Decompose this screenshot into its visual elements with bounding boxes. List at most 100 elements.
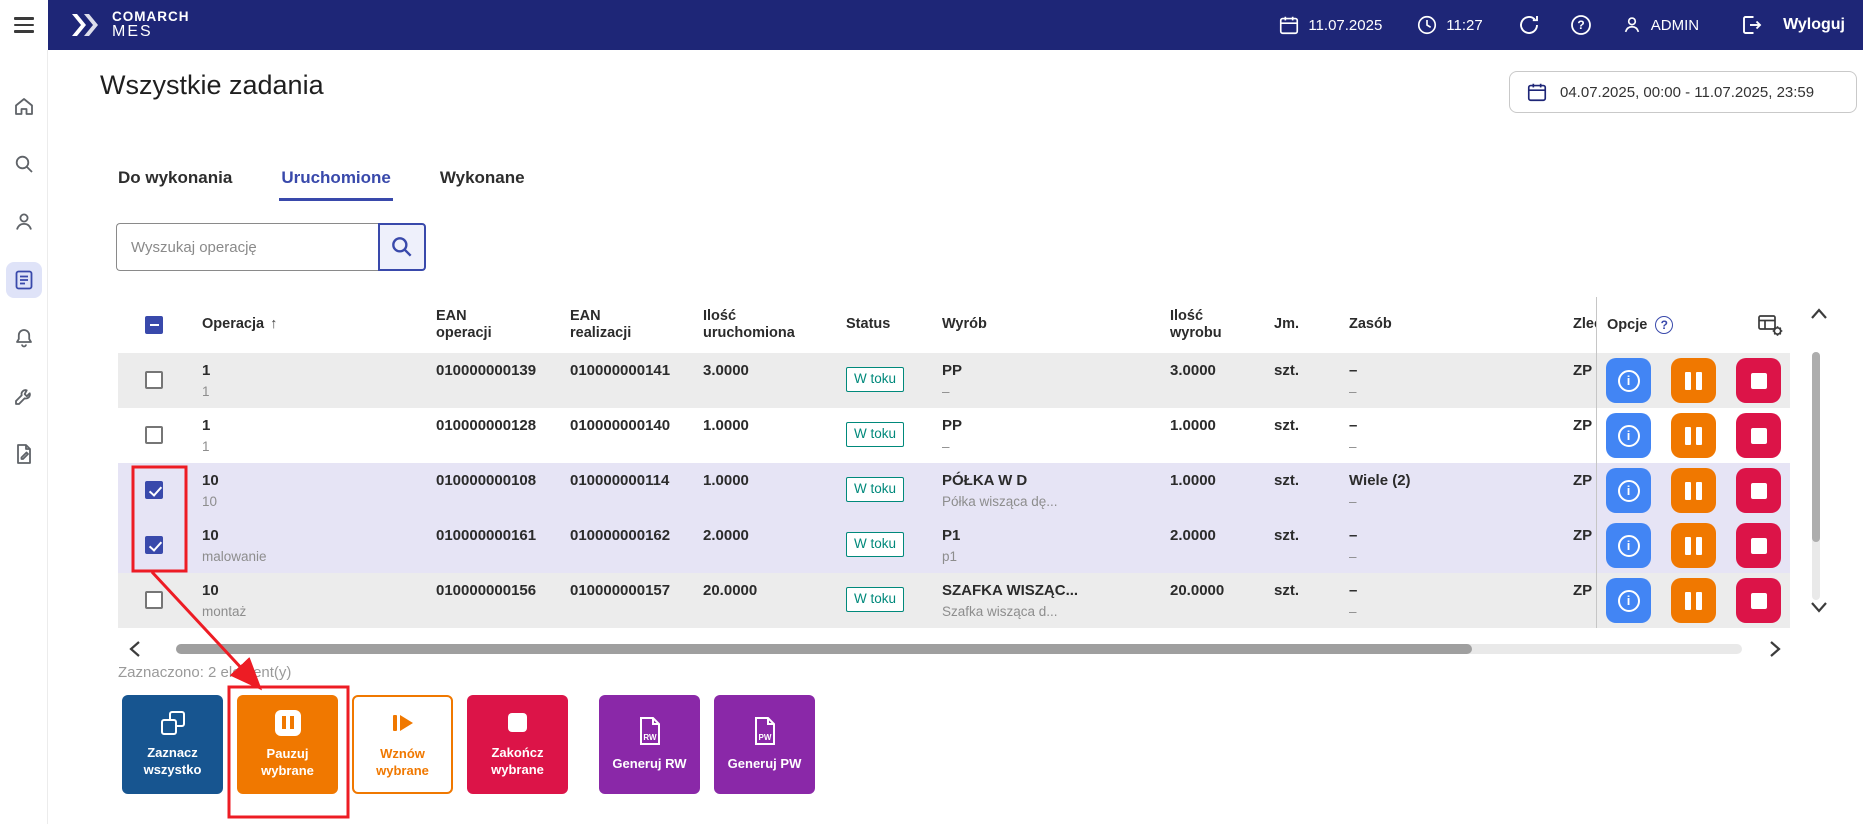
tab-wykonane[interactable]: Wykonane: [438, 168, 527, 201]
status-badge: W toku: [846, 477, 904, 502]
sidebar-item-search[interactable]: [6, 146, 42, 182]
sidebar-item-alerts[interactable]: [6, 320, 42, 356]
svg-text:PW: PW: [758, 733, 771, 742]
status-badge: W toku: [846, 587, 904, 612]
qty-product-value: 20.0000: [1170, 582, 1224, 601]
sidebar: [0, 50, 48, 824]
logout-button[interactable]: Wyloguj: [1783, 16, 1845, 34]
topbar-time-label: 11:27: [1446, 17, 1482, 34]
info-button[interactable]: i: [1606, 468, 1651, 513]
search-input[interactable]: [116, 223, 378, 271]
row-select-cell: [118, 518, 202, 573]
resource-sub-value: –: [1349, 384, 1357, 401]
status-cell: W toku: [846, 353, 942, 408]
info-button[interactable]: i: [1606, 523, 1651, 568]
resource-value: –: [1349, 582, 1357, 601]
scroll-left-button[interactable]: [124, 636, 146, 667]
unit-value: szt.: [1274, 527, 1299, 546]
info-button[interactable]: i: [1606, 358, 1651, 403]
info-button[interactable]: i: [1606, 578, 1651, 623]
row-checkbox[interactable]: [145, 481, 163, 499]
qty-product-cell: 20.0000: [1170, 573, 1274, 628]
pause-icon: [1685, 372, 1702, 390]
stop-row-button[interactable]: [1736, 578, 1781, 623]
stop-row-button[interactable]: [1736, 413, 1781, 458]
refresh-button[interactable]: [1517, 13, 1541, 37]
row-select-cell: [118, 463, 202, 518]
sidebar-item-tasks[interactable]: [6, 262, 42, 298]
svg-text:RW: RW: [643, 733, 657, 742]
pause-selected-button[interactable]: Pauzuj wybrane: [237, 695, 338, 794]
options-help-icon[interactable]: ?: [1655, 316, 1673, 334]
select-all-checkbox[interactable]: [145, 316, 163, 334]
pause-row-button[interactable]: [1671, 578, 1716, 623]
info-icon: i: [1618, 370, 1640, 392]
search-button[interactable]: [378, 223, 426, 271]
vertical-scrollbar-thumb[interactable]: [1812, 352, 1820, 542]
info-button[interactable]: i: [1606, 413, 1651, 458]
hamburger-menu-icon[interactable]: [0, 0, 48, 50]
row-checkbox[interactable]: [145, 591, 163, 609]
stop-row-button[interactable]: [1736, 468, 1781, 513]
col-status[interactable]: Status: [846, 297, 942, 353]
column-settings-button[interactable]: [1756, 312, 1784, 338]
generate-pw-button[interactable]: PW Generuj PW: [714, 695, 815, 794]
sidebar-item-documents[interactable]: [6, 436, 42, 472]
info-icon: i: [1618, 425, 1640, 447]
ean-realization-value: 010000000162: [570, 527, 670, 546]
ean-realization-value: 010000000157: [570, 582, 670, 601]
pause-icon: [1685, 592, 1702, 610]
selected-count-label: Zaznaczono: 2 element(y): [118, 664, 291, 681]
row-checkbox[interactable]: [145, 371, 163, 389]
stop-icon: [1751, 483, 1767, 499]
sidebar-item-tools[interactable]: [6, 378, 42, 414]
col-ean-operation[interactable]: EAN operacji: [436, 297, 570, 353]
pause-icon: [1685, 427, 1702, 445]
scroll-up-button[interactable]: [1806, 303, 1832, 330]
status-cell: W toku: [846, 518, 942, 573]
pause-row-button[interactable]: [1671, 523, 1716, 568]
stop-row-button[interactable]: [1736, 523, 1781, 568]
select-all-button[interactable]: Zaznacz wszystko: [122, 695, 223, 794]
col-resource[interactable]: Zasób: [1349, 297, 1573, 353]
finish-selected-button[interactable]: Zakończ wybrane: [467, 695, 568, 794]
col-qty-product[interactable]: Ilość wyrobu: [1170, 297, 1274, 353]
qty-product-value: 3.0000: [1170, 362, 1216, 381]
help-button[interactable]: ?: [1569, 13, 1593, 37]
horizontal-scrollbar-thumb[interactable]: [176, 644, 1472, 654]
col-unit[interactable]: Jm.: [1274, 297, 1349, 353]
row-options: i: [1596, 463, 1790, 518]
ean-operation-value: 010000000139: [436, 362, 536, 381]
resource-sub-value: –: [1349, 494, 1357, 511]
ean-realization-value: 010000000140: [570, 417, 670, 436]
logout-icon-button[interactable]: [1739, 13, 1763, 37]
pause-icon: [275, 710, 301, 736]
col-operation[interactable]: Operacja ↑: [202, 297, 436, 353]
user-menu[interactable]: ADMIN: [1621, 14, 1699, 36]
pause-row-button[interactable]: [1671, 358, 1716, 403]
table-row: 1 1 010000000139 010000000141 3.0000 W t…: [118, 353, 1790, 408]
col-ean-realization[interactable]: EAN realizacji: [570, 297, 703, 353]
qty-run-cell: 20.0000: [703, 573, 846, 628]
sidebar-item-home[interactable]: [6, 88, 42, 124]
row-checkbox[interactable]: [145, 536, 163, 554]
sidebar-item-users[interactable]: [6, 204, 42, 240]
scroll-right-button[interactable]: [1764, 636, 1786, 667]
tab-do-wykonania[interactable]: Do wykonania: [116, 168, 234, 201]
product-sub-value: p1: [942, 549, 957, 566]
tab-uruchomione[interactable]: Uruchomione: [279, 168, 393, 201]
pause-row-button[interactable]: [1671, 468, 1716, 513]
order-value: ZP: [1573, 472, 1592, 491]
pause-row-button[interactable]: [1671, 413, 1716, 458]
scroll-down-button[interactable]: [1806, 596, 1832, 623]
resume-selected-button[interactable]: Wznów wybrane: [352, 695, 453, 794]
action-bar: Zaznacz wszystko Pauzuj wybrane Wznów wy…: [122, 695, 815, 794]
row-checkbox[interactable]: [145, 426, 163, 444]
col-product[interactable]: Wyrób: [942, 297, 1170, 353]
date-range-picker[interactable]: 04.07.2025, 00:00 - 11.07.2025, 23:59: [1509, 71, 1857, 113]
row-options: i: [1596, 518, 1790, 573]
col-qty-run[interactable]: Ilość uruchomiona: [703, 297, 846, 353]
stop-row-button[interactable]: [1736, 358, 1781, 403]
row-select-cell: [118, 573, 202, 628]
generate-rw-button[interactable]: RW Generuj RW: [599, 695, 700, 794]
